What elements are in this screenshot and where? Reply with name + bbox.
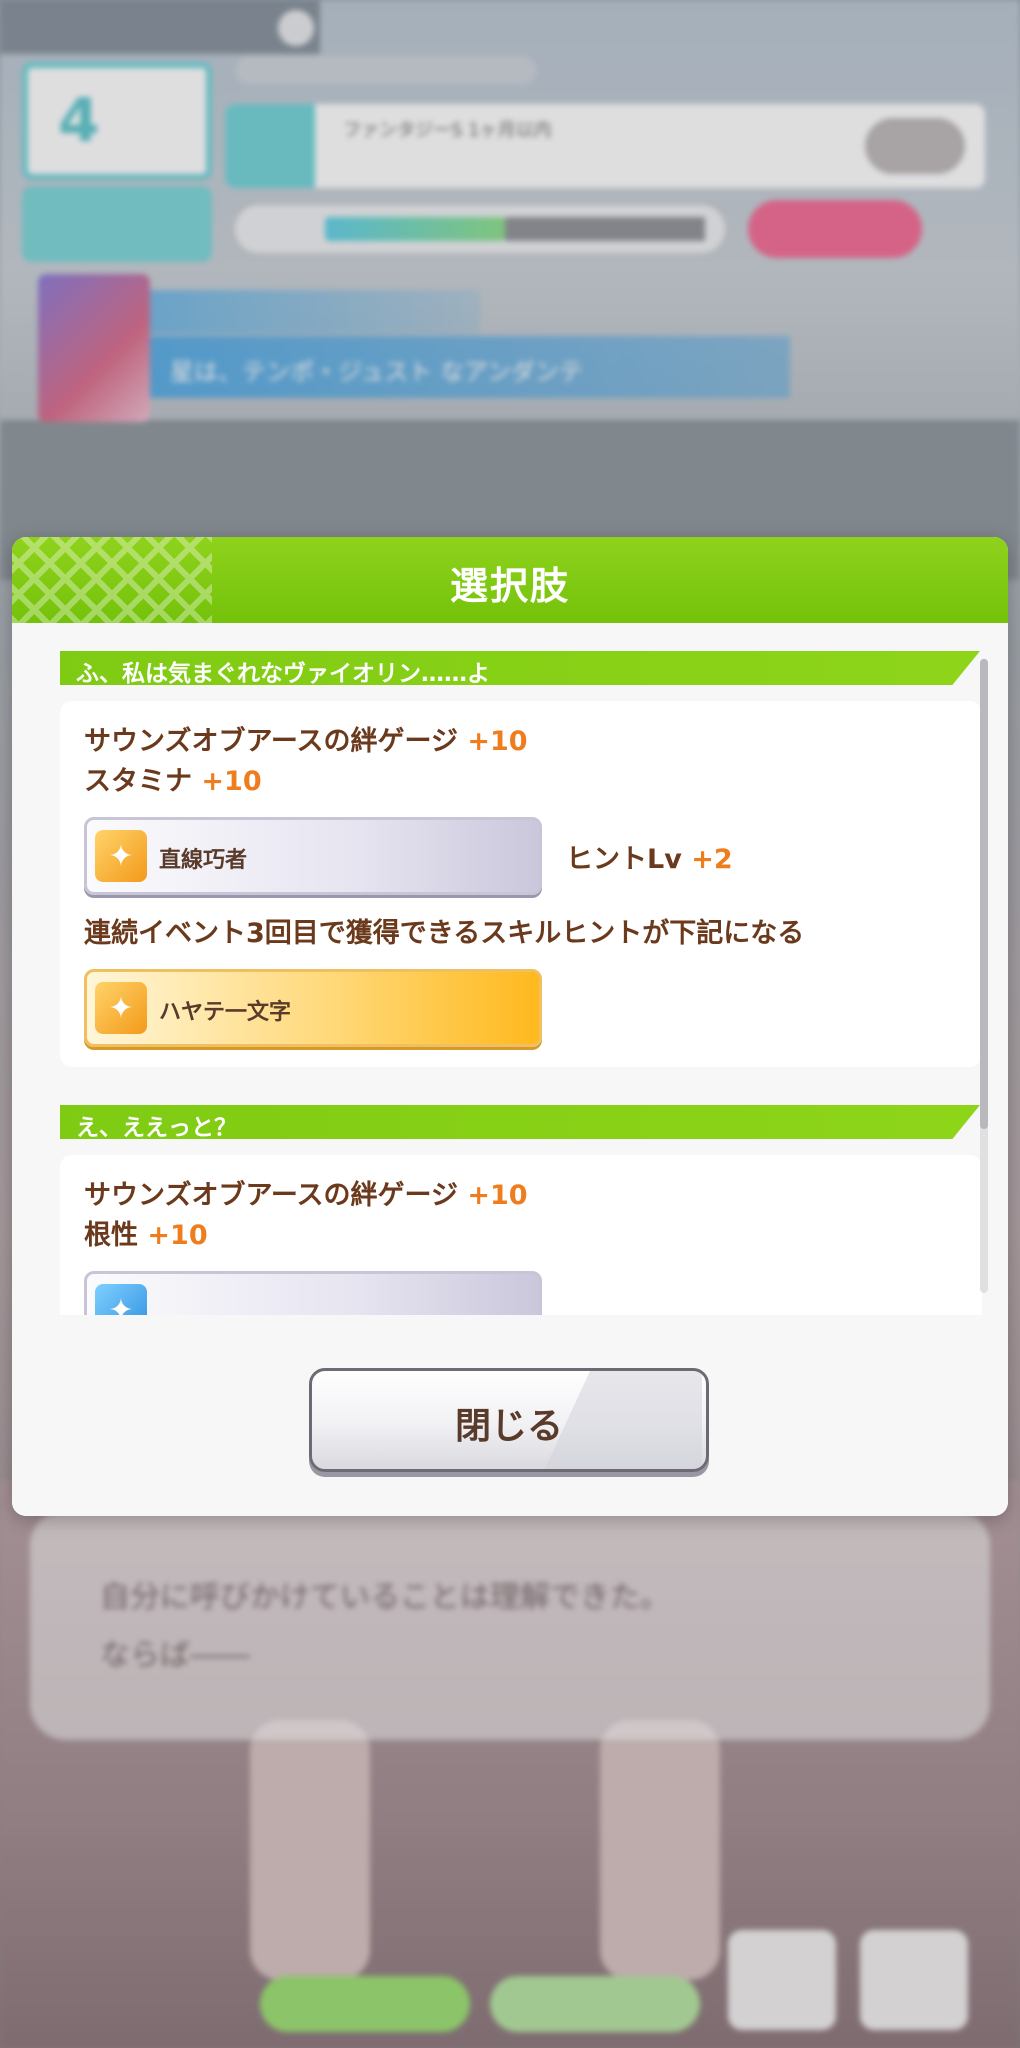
skill-name: ハヤテ一文字 (159, 1000, 292, 1025)
skill-hint-pill[interactable]: ✦ 直線巧者 (84, 817, 542, 895)
skill-icon: ✦ (95, 982, 147, 1034)
close-button-label: 閉じる (454, 1406, 563, 1447)
effect-text: 根性 (84, 1220, 138, 1251)
effect-value: +10 (467, 1180, 528, 1211)
choice-header: ふ、私は気まぐれなヴァイオリン……よ (60, 651, 980, 685)
effect-text: スタミナ (84, 766, 192, 797)
scrollbar-thumb[interactable] (980, 659, 988, 1129)
chain-skill-pill[interactable]: ✦ ハヤテ一文字 (84, 969, 542, 1047)
choice-header: え、ええっと？ (60, 1105, 980, 1139)
scrollbar[interactable] (980, 659, 988, 1293)
choice-label: ふ、私は気まぐれなヴァイオリン……よ (76, 661, 490, 687)
hint-label: ヒントLv (566, 844, 682, 875)
close-button[interactable]: 閉じる (309, 1368, 709, 1472)
effect-text: サウンズオブアースの絆ゲージ (84, 726, 458, 757)
hint-level: ヒントLv +2 (566, 837, 733, 876)
effect-value: +10 (201, 766, 262, 797)
chain-event-note: 連続イベント3回目で獲得できるスキルヒントが下記になる (84, 918, 805, 949)
skill-hint-pill[interactable]: ✦ (84, 1271, 542, 1315)
modal-title: 選択肢 (449, 564, 570, 608)
skill-icon: ✦ (95, 1284, 147, 1315)
modal-header: 選択肢 (12, 537, 1008, 623)
effect-text: サウンズオブアースの絆ゲージ (84, 1180, 458, 1211)
effect-row: 根性 +10 (84, 1213, 208, 1252)
choice-label: え、ええっと？ (76, 1115, 237, 1141)
choices-modal: 選択肢 ふ、私は気まぐれなヴァイオリン……よ サウンズオブアースの絆ゲージ +1… (12, 537, 1008, 1516)
effect-row: サウンズオブアースの絆ゲージ +10 (84, 719, 528, 758)
choices-list[interactable]: ふ、私は気まぐれなヴァイオリン……よ サウンズオブアースの絆ゲージ +10 スタ… (40, 651, 1000, 1315)
skill-name: 直線巧者 (159, 848, 248, 873)
skill-icon: ✦ (95, 830, 147, 882)
hint-value: +2 (691, 844, 733, 875)
choice-effects-card: サウンズオブアースの絆ゲージ +10 根性 +10 ✦ (60, 1155, 982, 1315)
effect-row: スタミナ +10 (84, 759, 262, 798)
effect-value: +10 (467, 726, 528, 757)
choice-effects-card: サウンズオブアースの絆ゲージ +10 スタミナ +10 ✦ 直線巧者 ヒントLv… (60, 701, 982, 1067)
effect-row: サウンズオブアースの絆ゲージ +10 (84, 1173, 528, 1212)
effect-value: +10 (147, 1220, 208, 1251)
